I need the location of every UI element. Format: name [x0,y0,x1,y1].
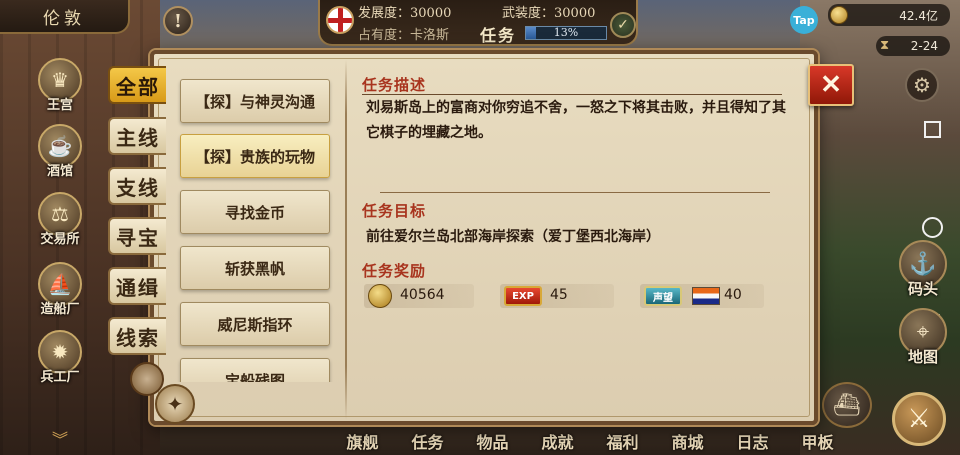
netherlands-flag-icon [692,287,720,305]
left-menu-palace[interactable]: ♛ 王宫 [28,58,92,113]
description-title: 任务描述 [362,76,427,94]
bottom-nav-items[interactable]: 物品 [460,420,525,455]
occupancy-stat: 占有度：卡洛斯 [358,28,450,43]
right-menu-label: 码头 [907,280,938,298]
alert-icon[interactable]: ! [163,6,193,36]
task-progress-bar: 13% [525,26,607,40]
development-stat: 发展度：30000 [358,6,452,21]
hourglass-icon: ⧗ [880,38,890,53]
tab-wanted[interactable]: 通缉 [108,267,166,305]
swords-menu-icon[interactable]: ⚔ [892,392,946,446]
city-stats-bar: 发展度：30000 武装度：30000 占有度：卡洛斯 任务 13% ✓ [318,0,638,46]
chevron-down-icon[interactable]: ︾ [52,426,68,450]
task-list-item[interactable]: 【探】与神灵沟通 [180,79,330,123]
date-counter: ⧗ 2-24 [876,36,950,56]
left-menu-arsenal[interactable]: ✹ 兵工厂 [28,330,92,385]
goal-text: 前往爱尔兰岛北部海岸探索（爱丁堡西北海岸） [366,229,660,245]
close-button[interactable]: ✕ [808,64,854,106]
task-list-item[interactable]: 斩获黑帆 [180,246,330,290]
reward-title: 任务奖励 [362,262,427,280]
gold-counter: 42.4亿 [828,4,950,26]
left-menu-label: 王宫 [46,98,73,113]
exp-badge-icon: EXP [504,286,542,306]
task-list-item[interactable]: 威尼斯指环 [180,302,330,346]
tab-treasure[interactable]: 寻宝 [108,217,166,255]
left-menu-label: 交易所 [40,232,80,247]
left-menu-exchange[interactable]: ⚖ 交易所 [28,192,92,247]
left-menu-tavern[interactable]: ☕ 酒馆 [28,124,92,179]
right-menu-map[interactable]: ⌖ 地图 [895,308,951,367]
city-name-plate[interactable]: 伦敦 [0,0,130,34]
bottom-nav-deck[interactable]: 甲板 [785,420,850,455]
bottom-nav-flagship[interactable]: 旗舰 [330,420,395,455]
task-progress-text: 13% [553,26,579,39]
section-divider [380,192,770,193]
bottom-nav-achievements[interactable]: 成就 [525,420,590,455]
gold-coin-icon [830,6,848,24]
task-list-item[interactable]: 宝船残图 [180,358,330,382]
description-underline [362,94,782,95]
game-date: 2-24 [910,39,938,53]
reward-exp: EXP 45 [500,284,614,308]
task-title: 任务 [480,26,517,45]
right-menu-label: 地图 [907,348,938,366]
left-menu-shipyard[interactable]: ⛵ 造船厂 [28,262,92,317]
fame-badge-icon: 声望 [644,286,682,306]
reward-gold-value: 40564 [400,287,445,303]
left-menu-label: 造船厂 [40,302,80,317]
england-flag-icon [326,6,354,34]
gold-coin-icon [368,284,392,308]
panel-divider [345,60,347,420]
recent-apps-icon[interactable] [924,121,941,138]
tab-side[interactable]: 支线 [108,167,166,205]
bottom-nav-tasks[interactable]: 任务 [395,420,460,455]
task-list-item[interactable]: 寻找金币 [180,190,330,234]
reward-fame-value: 40 [724,287,742,303]
left-menu-label: 酒馆 [46,164,73,179]
bottom-nav-log[interactable]: 日志 [720,420,785,455]
reward-fame: 声望 40 [640,284,764,308]
goal-title: 任务目标 [362,202,427,220]
settings-gear-icon[interactable]: ⚙ [905,68,939,102]
tab-all[interactable]: 全部 [108,66,166,104]
bottom-nav-shop[interactable]: 商城 [655,420,720,455]
tab-main[interactable]: 主线 [108,117,166,155]
home-icon[interactable] [922,217,943,238]
reward-exp-value: 45 [550,287,568,303]
gold-amount: 42.4亿 [899,9,938,23]
left-menu-label: 兵工厂 [40,370,80,385]
armament-stat: 武装度：30000 [502,6,596,21]
reward-gold: 40564 [364,284,474,308]
task-list-item-selected[interactable]: 【探】贵族的玩物 [180,134,330,178]
bottom-nav-welfare[interactable]: 福利 [590,420,655,455]
tab-clues[interactable]: 线索 [108,317,166,355]
description-text: 刘易斯岛上的富商对你穷追不舍，一怒之下将其击败，并且得知了其它棋子的埋藏之地。 [366,100,786,141]
tap-icon[interactable]: Tap [790,6,818,34]
check-icon[interactable]: ✓ [610,12,636,38]
city-name: 伦敦 [43,8,85,29]
right-menu-dock[interactable]: ⚓ 码头 [895,240,951,299]
bottom-nav: 旗舰 任务 物品 成就 福利 商城 日志 甲板 [330,420,890,455]
compass-icon[interactable]: ✦ [155,384,195,424]
task-list[interactable]: 【探】与神灵沟通 【探】贵族的玩物 寻找金币 斩获黑帆 威尼斯指环 宝船残图 [170,64,342,382]
